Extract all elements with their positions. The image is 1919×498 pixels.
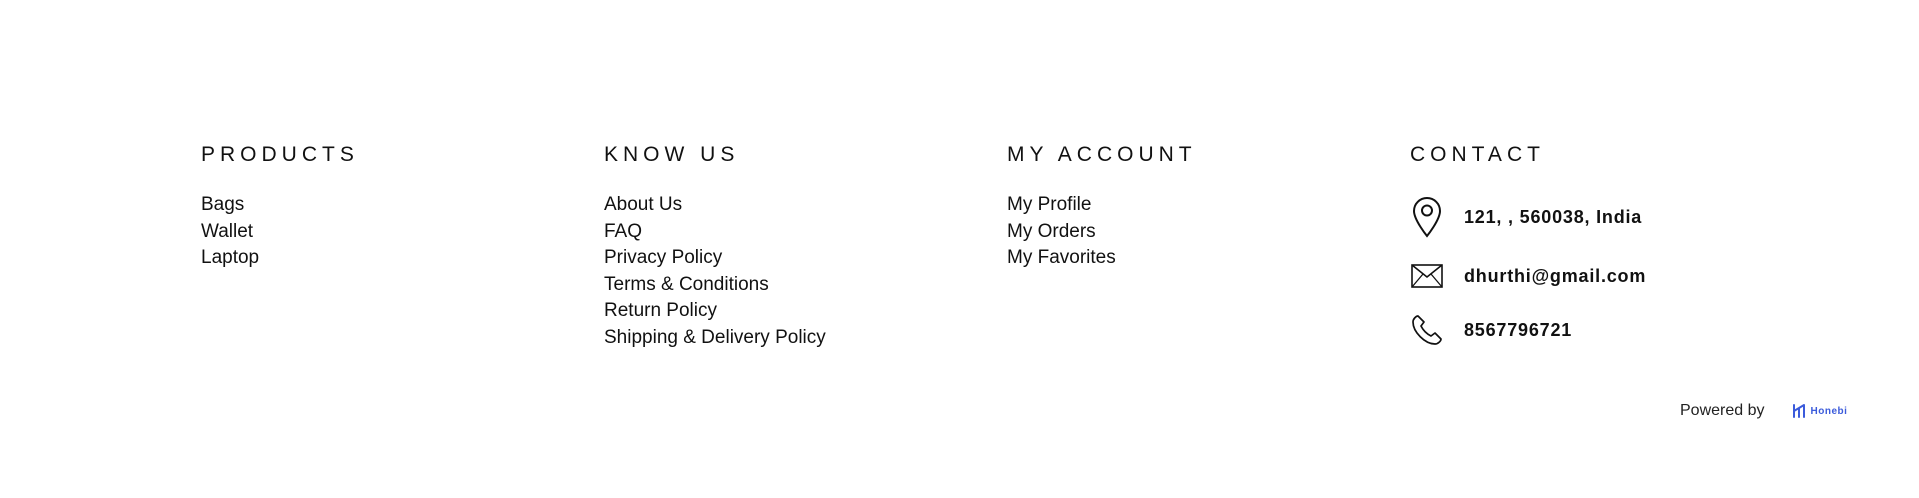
products-column: PRODUCTS Bags Wallet Laptop	[201, 142, 359, 272]
powered-by: Powered by Honebi	[1680, 402, 1847, 420]
my-account-column: MY ACCOUNT My Profile My Orders My Favor…	[1007, 142, 1197, 272]
honebi-brand-name: Honebi	[1810, 405, 1848, 417]
contact-email[interactable]: dhurthi@gmail.com	[1410, 264, 1646, 288]
location-pin-icon	[1410, 196, 1444, 238]
contact-address: 121, , 560038, India	[1410, 196, 1642, 238]
phone-icon	[1410, 314, 1444, 346]
link-wallet[interactable]: Wallet	[201, 219, 359, 246]
link-about-us[interactable]: About Us	[604, 192, 826, 219]
contact-column: CONTACT 121, , 560038, India dhurthi@gma…	[1410, 142, 1830, 382]
contact-phone[interactable]: 8567796721	[1410, 314, 1572, 346]
link-terms-conditions[interactable]: Terms & Conditions	[604, 272, 826, 299]
envelope-icon	[1410, 264, 1444, 288]
site-footer: PRODUCTS Bags Wallet Laptop KNOW US Abou…	[0, 0, 1919, 498]
link-my-orders[interactable]: My Orders	[1007, 219, 1197, 246]
know-us-links: About Us FAQ Privacy Policy Terms & Cond…	[604, 192, 826, 351]
honebi-logo-icon	[1791, 403, 1807, 419]
contact-email-text[interactable]: dhurthi@gmail.com	[1464, 266, 1646, 287]
my-account-heading: MY ACCOUNT	[1007, 143, 1197, 166]
link-faq[interactable]: FAQ	[604, 219, 826, 246]
contact-phone-text[interactable]: 8567796721	[1464, 320, 1572, 341]
link-bags[interactable]: Bags	[201, 192, 359, 219]
link-return-policy[interactable]: Return Policy	[604, 298, 826, 325]
link-laptop[interactable]: Laptop	[201, 245, 359, 272]
honebi-logo[interactable]: Honebi	[1791, 403, 1848, 419]
link-shipping-delivery-policy[interactable]: Shipping & Delivery Policy	[604, 325, 826, 352]
link-privacy-policy[interactable]: Privacy Policy	[604, 245, 826, 272]
contact-heading: CONTACT	[1410, 143, 1545, 166]
know-us-heading: KNOW US	[604, 143, 740, 166]
contact-address-text: 121, , 560038, India	[1464, 206, 1643, 227]
powered-by-label: Powered by	[1680, 402, 1765, 419]
link-my-profile[interactable]: My Profile	[1007, 192, 1197, 219]
products-links: Bags Wallet Laptop	[201, 192, 359, 272]
products-heading: PRODUCTS	[201, 143, 359, 166]
link-my-favorites[interactable]: My Favorites	[1007, 245, 1197, 272]
know-us-column: KNOW US About Us FAQ Privacy Policy Term…	[604, 142, 826, 351]
my-account-links: My Profile My Orders My Favorites	[1007, 192, 1197, 272]
